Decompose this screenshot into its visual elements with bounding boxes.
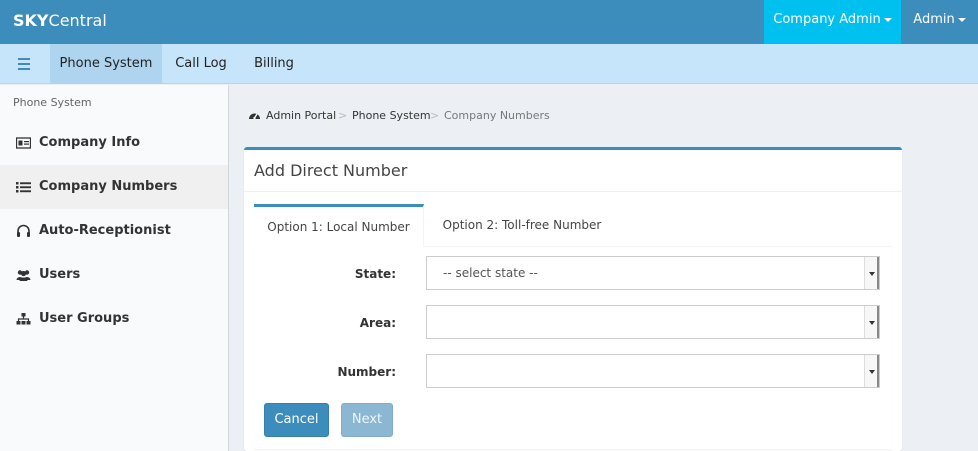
nav-tab-call-log[interactable]: Call Log [166,44,236,84]
top-navbar: SKYCentral Company Admin Admin [0,0,978,44]
breadcrumb-company-numbers: Company Numbers [444,109,550,122]
dropdown-arrow-icon [864,306,879,338]
cancel-button[interactable]: Cancel [264,403,329,437]
nav-tab-phone-system[interactable]: Phone System [50,44,162,84]
area-label: Area: [359,316,396,330]
box-title: Add Direct Number [254,161,408,180]
sidebar-item-company-info[interactable]: Company Info [0,121,228,165]
area-select[interactable] [426,305,880,339]
caret-down-icon [957,17,966,22]
id-card-icon [16,137,31,149]
sidebar: Phone System Company Info Company Number… [0,85,229,451]
sidebar-item-label: Users [39,267,81,282]
dropdown-arrow-icon [864,355,879,387]
box-divider [244,191,902,192]
state-label: State: [354,267,396,281]
menu-toggle-icon[interactable] [0,44,49,84]
list-icon [16,182,31,193]
breadcrumb-separator: > [338,109,348,122]
company-admin-menu[interactable]: Company Admin [764,0,901,44]
sidebar-item-auto-receptionist[interactable]: Auto-Receptionist [0,209,228,253]
sitemap-icon [16,313,31,325]
breadcrumb-admin-portal[interactable]: Admin Portal [266,109,336,122]
number-label: Number: [337,365,396,379]
sidebar-item-user-groups[interactable]: User Groups [0,297,228,341]
sidebar-header: Phone System [13,96,92,109]
caret-down-icon [883,17,892,22]
headset-icon [17,224,30,237]
brand-rest: Central [48,11,107,30]
sidebar-item-label: Company Numbers [39,179,178,194]
breadcrumb-phone-system[interactable]: Phone System [352,109,431,122]
company-admin-label: Company Admin [773,12,881,27]
add-direct-number-box: Add Direct Number Option 1: Local Number… [244,147,902,451]
sidebar-item-label: Company Info [39,135,141,150]
sidebar-item-company-numbers[interactable]: Company Numbers [0,165,228,209]
state-select-value: -- select state -- [443,266,538,280]
brand-logo[interactable]: SKYCentral [13,11,107,30]
next-button[interactable]: Next [341,403,393,437]
users-icon [16,270,31,281]
state-select[interactable]: -- select state -- [426,256,880,290]
brand-bold: SKY [13,11,49,30]
tab-local-number[interactable]: Option 1: Local Number [254,204,424,247]
nav-tab-billing[interactable]: Billing [245,44,303,84]
number-select[interactable] [426,354,880,388]
tab-toll-free-number[interactable]: Option 2: Toll-free Number [426,204,618,247]
sidebar-item-users[interactable]: Users [0,253,228,297]
sidebar-item-label: User Groups [39,311,130,326]
sub-navbar: Phone System Call Log Billing [0,44,978,84]
dropdown-arrow-icon [864,257,879,289]
sidebar-item-label: Auto-Receptionist [39,223,171,238]
user-menu[interactable]: Admin [901,0,978,44]
local-number-pane: State: -- select state -- Area: Number: … [254,247,892,449]
number-option-tabs: Option 1: Local Number Option 2: Toll-fr… [254,204,892,247]
breadcrumb-separator: > [430,109,440,122]
user-menu-label: Admin [913,12,955,27]
dashboard-icon [249,113,260,120]
